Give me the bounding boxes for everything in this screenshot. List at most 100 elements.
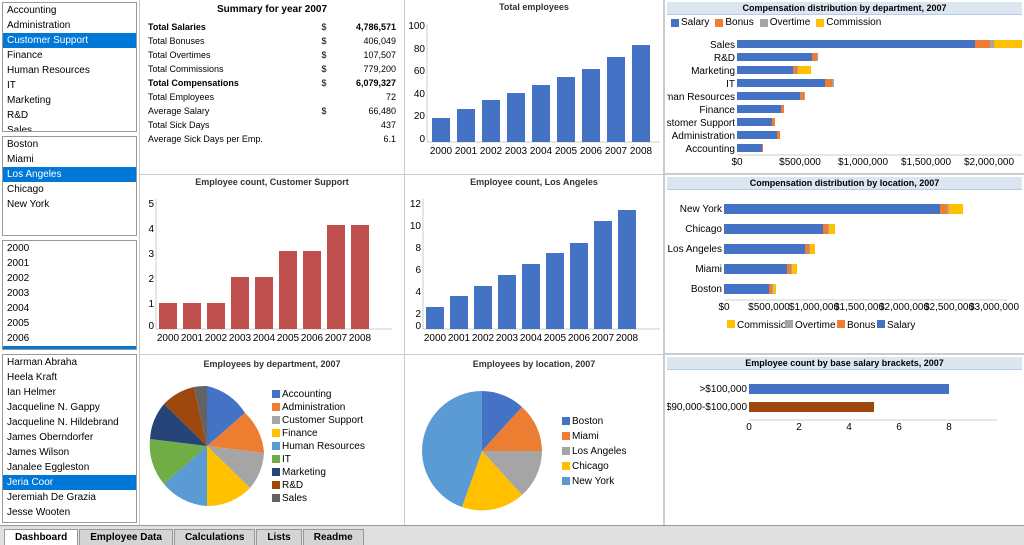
emp-james-o[interactable]: James Oberndorfer bbox=[3, 430, 136, 445]
emp-by-loc-title: Employees by location, 2007 bbox=[407, 357, 661, 371]
bottom-row: Employees by department, 2007 bbox=[140, 355, 1024, 525]
emp-dept-pie-svg bbox=[142, 371, 272, 521]
summary-prefix-salaries: $ bbox=[319, 21, 332, 33]
svg-text:2006: 2006 bbox=[580, 146, 603, 157]
svg-text:$0: $0 bbox=[718, 302, 730, 313]
legend-loc-boston: Boston bbox=[562, 416, 627, 427]
summary-label-total-emp: Total Employees bbox=[146, 91, 317, 103]
comp-dist-dept-chart: Compensation distribution by department,… bbox=[664, 0, 1024, 174]
ny-color bbox=[562, 477, 570, 485]
emp-jessica[interactable]: Jessica Rodriguez bbox=[3, 520, 136, 523]
emp-jacqueline1[interactable]: Jacqueline N. Gappy bbox=[3, 400, 136, 415]
location-list[interactable]: Boston Miami Los Angeles Chicago New Yor… bbox=[2, 136, 137, 236]
employee-list[interactable]: Harman Abraha Heela Kraft Ian Helmer Jac… bbox=[2, 354, 137, 523]
svg-text:Salary: Salary bbox=[887, 320, 915, 331]
summary-label-overtimes: Total Overtimes bbox=[146, 49, 317, 61]
department-list[interactable]: Accounting Administration Customer Suppo… bbox=[2, 2, 137, 132]
dept-it[interactable]: IT bbox=[3, 78, 136, 93]
year-2002[interactable]: 2002 bbox=[3, 271, 136, 286]
year-2000[interactable]: 2000 bbox=[3, 241, 136, 256]
svg-text:80: 80 bbox=[414, 44, 426, 55]
it-color bbox=[272, 455, 280, 463]
emp-jeria[interactable]: Jeria Coor bbox=[3, 475, 136, 490]
legend-dept-custsupp: Customer Support bbox=[272, 415, 365, 426]
year-2004[interactable]: 2004 bbox=[3, 301, 136, 316]
svg-text:New York: New York bbox=[680, 204, 723, 215]
dept-human-resources[interactable]: Human Resources bbox=[3, 63, 136, 78]
summary-prefix-compensations: $ bbox=[319, 77, 332, 89]
tab-dashboard[interactable]: Dashboard bbox=[4, 529, 78, 545]
administration-color bbox=[272, 403, 280, 411]
svg-text:2006: 2006 bbox=[568, 333, 591, 344]
summary-row-sick-days: Total Sick Days 437 bbox=[146, 119, 398, 131]
emp-harman[interactable]: Harman Abraha bbox=[3, 355, 136, 370]
comp-dist-loc-svg: New York Chicago Los A bbox=[667, 190, 1022, 353]
svg-text:4: 4 bbox=[148, 224, 154, 235]
year-2003[interactable]: 2003 bbox=[3, 286, 136, 301]
loc-los-angeles[interactable]: Los Angeles bbox=[3, 167, 136, 182]
svg-text:2008: 2008 bbox=[349, 333, 372, 344]
right-charts-middle: Compensation distribution by location, 2… bbox=[664, 175, 1024, 354]
year-list[interactable]: 2000 2001 2002 2003 2004 2005 2006 2007 … bbox=[2, 240, 137, 350]
tab-lists[interactable]: Lists bbox=[256, 529, 301, 545]
tab-calculations[interactable]: Calculations bbox=[174, 529, 255, 545]
total-employees-chart: Total employees 100 80 60 40 20 0 bbox=[405, 0, 664, 174]
tab-readme[interactable]: Readme bbox=[303, 529, 364, 545]
dept-marketing[interactable]: Marketing bbox=[3, 93, 136, 108]
year-2001[interactable]: 2001 bbox=[3, 256, 136, 271]
svg-text:2004: 2004 bbox=[530, 146, 553, 157]
svg-text:4: 4 bbox=[415, 287, 421, 298]
content-area: Accounting Administration Customer Suppo… bbox=[0, 0, 1024, 525]
legend-dept-finance-label: Finance bbox=[282, 428, 318, 439]
svg-text:2002: 2002 bbox=[472, 333, 495, 344]
legend-dept-rd-label: R&D bbox=[282, 480, 303, 491]
loc-chicago[interactable]: Chicago bbox=[3, 182, 136, 197]
legend-loc-la-label: Los Angeles bbox=[572, 446, 627, 457]
svg-text:Miami: Miami bbox=[695, 264, 722, 275]
legend-dept-finance: Finance bbox=[272, 428, 365, 439]
svg-text:0: 0 bbox=[415, 321, 421, 332]
dept-rd[interactable]: R&D bbox=[3, 108, 136, 123]
svg-text:3: 3 bbox=[148, 249, 154, 260]
emp-james-w[interactable]: James Wilson bbox=[3, 445, 136, 460]
summary-label-commissions: Total Commissions bbox=[146, 63, 317, 75]
emp-count-dept-chart: Employee count, Customer Support 5 4 3 2… bbox=[140, 175, 405, 354]
svg-text:2002: 2002 bbox=[480, 146, 503, 157]
svg-text:Sales: Sales bbox=[710, 40, 735, 51]
summary-value-compensations: 6,079,327 bbox=[334, 77, 398, 89]
loc-new-york[interactable]: New York bbox=[3, 197, 136, 212]
loc-miami[interactable]: Miami bbox=[3, 152, 136, 167]
legend-loc-chicago: Chicago bbox=[562, 461, 627, 472]
dept-customer-support[interactable]: Customer Support bbox=[3, 33, 136, 48]
emp-heela[interactable]: Heela Kraft bbox=[3, 370, 136, 385]
year-2006[interactable]: 2006 bbox=[3, 331, 136, 346]
summary-prefix-overtimes: $ bbox=[319, 49, 332, 61]
summary-row-salaries: Total Salaries $ 4,786,571 bbox=[146, 21, 398, 33]
svg-text:$2,500,000: $2,500,000 bbox=[924, 302, 974, 313]
comp-dist-dept-svg: Sales R&D Marketing bbox=[667, 30, 1022, 174]
loc-boston[interactable]: Boston bbox=[3, 137, 136, 152]
legend-dept-rd: R&D bbox=[272, 480, 365, 491]
svg-text:40: 40 bbox=[414, 89, 426, 100]
year-2007[interactable]: 2007 bbox=[3, 346, 136, 350]
emp-jeremiah[interactable]: Jeremiah De Grazia bbox=[3, 490, 136, 505]
legend-loc-ny: New York bbox=[562, 476, 627, 487]
rd-color bbox=[272, 481, 280, 489]
year-2005[interactable]: 2005 bbox=[3, 316, 136, 331]
dept-administration[interactable]: Administration bbox=[3, 18, 136, 33]
emp-jacqueline2[interactable]: Jacqueline N. Hildebrand bbox=[3, 415, 136, 430]
emp-janalee[interactable]: Janalee Eggleston bbox=[3, 460, 136, 475]
dept-finance[interactable]: Finance bbox=[3, 48, 136, 63]
tab-bar: Dashboard Employee Data Calculations Lis… bbox=[0, 525, 1024, 545]
emp-dept-pie-container: Accounting Administration Customer Suppo… bbox=[142, 371, 402, 521]
summary-value-avg-salary: 66,480 bbox=[334, 105, 398, 117]
legend-loc-ny-label: New York bbox=[572, 476, 614, 487]
svg-text:$500,000: $500,000 bbox=[779, 157, 821, 168]
tab-employee-data[interactable]: Employee Data bbox=[79, 529, 173, 545]
svg-text:1: 1 bbox=[148, 299, 154, 310]
dept-accounting[interactable]: Accounting bbox=[3, 3, 136, 18]
emp-ian[interactable]: Ian Helmer bbox=[3, 385, 136, 400]
svg-text:100: 100 bbox=[408, 21, 425, 32]
dept-sales[interactable]: Sales bbox=[3, 123, 136, 132]
emp-jesse[interactable]: Jesse Wooten bbox=[3, 505, 136, 520]
